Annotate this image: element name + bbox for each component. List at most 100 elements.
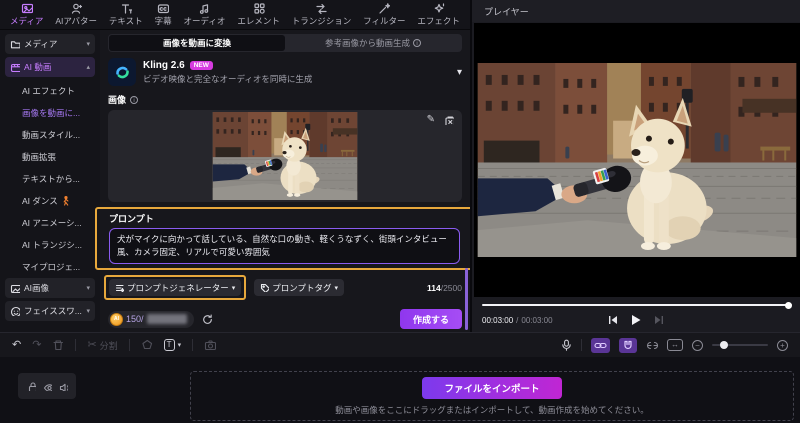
tab-filters[interactable]: フィルター [363, 2, 406, 27]
audio-icon [200, 4, 209, 14]
total-time: 00:03:00 [521, 315, 553, 325]
transport-controls [609, 314, 664, 326]
chevron-down-icon[interactable]: ▾ [457, 67, 462, 78]
tab-effects[interactable]: エフェクト [417, 2, 460, 27]
text-tool-button[interactable]: T ▾ [163, 339, 181, 351]
next-frame-button[interactable] [655, 315, 664, 325]
tab-reference-to-video[interactable]: 参考画像から動画生成 i [285, 35, 461, 51]
media-drop-zone[interactable]: ファイルをインポート 動画や画像をここにドラッグまたはインポートして、動画作成を… [190, 371, 794, 421]
sidebar-item-video-extend[interactable]: 動画拡張 [5, 146, 95, 168]
trash-icon [53, 340, 64, 351]
speed-button[interactable] [141, 339, 153, 351]
player-header: プレイヤー [472, 0, 800, 22]
undo-button[interactable]: ↶ [12, 339, 21, 351]
kling-logo [108, 58, 136, 86]
sidebar-item-ai-effects[interactable]: AI エフェクト [5, 80, 95, 102]
microphone-icon [562, 339, 571, 351]
link-icon [594, 342, 607, 348]
sidebar-item-ai-animation[interactable]: AI アニメーシ... [5, 212, 95, 234]
tab-elements[interactable]: エレメント [237, 2, 280, 27]
top-toolbar: メディア AIアバター テキスト 字幕 オーディオ エレメント トランジション [0, 0, 470, 30]
tab-image-to-video[interactable]: 画像を動画に変換 [109, 35, 285, 51]
effects-icon [434, 3, 444, 13]
zoom-in-button[interactable]: + [777, 339, 788, 351]
split-button[interactable]: ✂ 分割 [87, 339, 117, 352]
prompt-tags-button[interactable]: プロンプトタグ ▾ [254, 279, 345, 297]
unlink-icon [647, 341, 658, 350]
sidebar-item-video-style[interactable]: 動画スタイル... [5, 124, 95, 146]
face-icon [10, 306, 20, 316]
avatar-icon [72, 3, 83, 14]
elements-icon [253, 3, 265, 14]
tab-label: メディア [10, 16, 44, 26]
player-panel: プレイヤー 00:03:00 / 00:03:00 [470, 0, 800, 332]
mute-track-icon[interactable] [59, 382, 68, 391]
timeline-zoom-slider[interactable] [712, 341, 768, 349]
sidebar-item-label: AI 動画 [24, 62, 52, 72]
tab-captions[interactable]: 字幕 [155, 2, 172, 27]
toolbar-divider [192, 339, 194, 351]
tab-ai-avatar[interactable]: AIアバター [55, 2, 97, 27]
play-button[interactable] [631, 314, 642, 326]
edit-image-icon[interactable]: ✎ [427, 115, 435, 125]
playhead-handle[interactable] [785, 302, 792, 309]
create-button[interactable]: 作成する [399, 309, 462, 330]
delete-button[interactable] [52, 339, 64, 351]
tab-label: トランジション [291, 16, 352, 26]
filters-icon [379, 3, 391, 14]
refresh-credits-button[interactable] [202, 314, 213, 325]
prompt-input[interactable]: 犬がマイクに向かって話している、自然な口の動き、軽くうなずく、街頭インタビュー風… [109, 228, 460, 265]
ai-credit-coin-icon: AI [110, 312, 123, 326]
prompt-generator-button[interactable]: プロンプトジェネレーター ▾ [109, 279, 242, 297]
sidebar-item-label: メディア [24, 39, 58, 49]
text-tool-icon: T [163, 339, 175, 351]
seek-bar[interactable] [482, 302, 792, 309]
toolbar-divider [75, 339, 77, 351]
sidebar-item-ai-video[interactable]: AI 動画 ▴ [5, 57, 95, 77]
scissors-icon: ✂ [87, 338, 97, 351]
text-icon [121, 4, 132, 14]
record-voiceover-button[interactable] [560, 339, 572, 351]
speed-badge-icon [142, 339, 152, 350]
zoom-out-button[interactable]: − [692, 339, 703, 351]
chevron-down-icon: ▾ [334, 284, 339, 292]
timeline-toolbar: ↶ ↷ ✂ 分割 T ▾ ↔ − + [0, 332, 800, 357]
sidebar-item-ai-image[interactable]: AI画像 ▾ [5, 278, 95, 298]
fit-timeline-button[interactable]: ↔ [667, 339, 683, 351]
chevron-down-icon: ▾ [231, 284, 236, 292]
link-clips-toggle[interactable] [591, 337, 610, 353]
sidebar-item-media[interactable]: メディア ▾ [5, 34, 95, 54]
tab-audio[interactable]: オーディオ [184, 2, 225, 27]
sidebar-item-ai-transition[interactable]: AI トランジシ... [5, 234, 95, 256]
panel-scrollbar[interactable] [465, 268, 468, 330]
ai-video-panel: 画像を動画に変換 参考画像から動画生成 i Kling 2.6 NEW ビデオ映… [95, 30, 473, 332]
sidebar-item-face-swap[interactable]: フェイススワ... ▾ [5, 301, 95, 321]
snapshot-button[interactable] [204, 339, 217, 351]
credits-redacted [146, 314, 187, 325]
chevron-down-icon: ▾ [86, 308, 90, 315]
image-upload-box[interactable]: ✎ [108, 110, 462, 202]
credits-balance[interactable]: AI 150/ [108, 310, 194, 328]
sidebar-item-text-to-video[interactable]: テキストから... [5, 168, 95, 190]
player-controls: 00:03:00 / 00:03:00 [482, 311, 790, 329]
model-selector[interactable]: Kling 2.6 NEW ビデオ映像と完全なオーディオを同時に生成 ▾ [108, 58, 462, 86]
image-label: 画像 [108, 95, 127, 105]
hide-track-icon[interactable] [43, 382, 52, 391]
track-header [18, 373, 76, 399]
sidebar-item-my-projects[interactable]: マイプロジェ... [5, 256, 95, 278]
sidebar-item-image-to-video[interactable]: 画像を動画に... [5, 102, 95, 124]
tab-transitions[interactable]: トランジション [291, 2, 352, 27]
tab-label: 字幕 [154, 16, 172, 26]
snap-toggle[interactable] [619, 337, 637, 353]
sidebar-item-ai-dance[interactable]: AI ダンス [5, 190, 95, 212]
previous-frame-button[interactable] [609, 315, 618, 325]
unlink-button[interactable] [646, 339, 658, 351]
import-file-button[interactable]: ファイルをインポート [422, 376, 562, 399]
tab-text[interactable]: テキスト [109, 2, 143, 27]
redo-button[interactable]: ↷ [32, 339, 41, 351]
lock-track-icon[interactable] [27, 381, 36, 391]
prompt-highlight-annotation: プロンプト 犬がマイクに向かって話している、自然な口の動き、軽くうなずく、街頭イ… [95, 207, 473, 271]
zoom-slider-knob[interactable] [720, 341, 728, 349]
delete-image-icon[interactable] [444, 115, 454, 125]
tab-media[interactable]: メディア [10, 2, 43, 27]
